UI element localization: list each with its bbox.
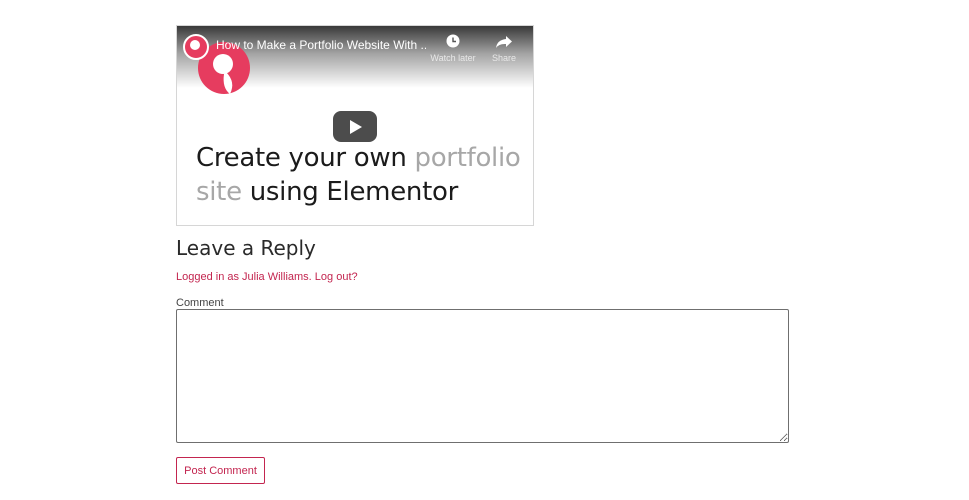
watch-later-label: Watch later [430, 53, 476, 63]
headline-part-1: Create your own [196, 143, 415, 173]
logged-in-line: Logged in as Julia Williams. Log out? [176, 271, 358, 283]
post-comment-button[interactable]: Post Comment [176, 457, 265, 484]
headline-part-3: site [196, 177, 242, 207]
clock-icon [446, 34, 460, 48]
profile-link[interactable]: Logged in as Julia Williams [176, 271, 309, 283]
video-title[interactable]: How to Make a Portfolio Website With ... [216, 38, 426, 52]
channel-avatar-icon[interactable] [183, 34, 209, 60]
share-label: Share [491, 53, 517, 63]
play-button[interactable] [333, 111, 377, 142]
headline-part-2: portfolio [414, 143, 521, 173]
comment-label: Comment [176, 297, 224, 309]
video-embed[interactable]: How to Make a Portfolio Website With ...… [176, 25, 534, 226]
comment-textarea[interactable] [176, 309, 789, 443]
headline-part-4: using Elementor [241, 177, 459, 207]
page: How to Make a Portfolio Website With ...… [0, 0, 969, 500]
reply-title: Leave a Reply [176, 236, 316, 260]
video-thumbnail-headline: Create your own portfolio site using Elem… [196, 141, 526, 209]
share-icon [496, 36, 512, 48]
watch-later-button[interactable]: Watch later [429, 33, 477, 63]
logout-link[interactable]: Log out? [315, 271, 358, 283]
share-button[interactable]: Share [480, 33, 528, 63]
